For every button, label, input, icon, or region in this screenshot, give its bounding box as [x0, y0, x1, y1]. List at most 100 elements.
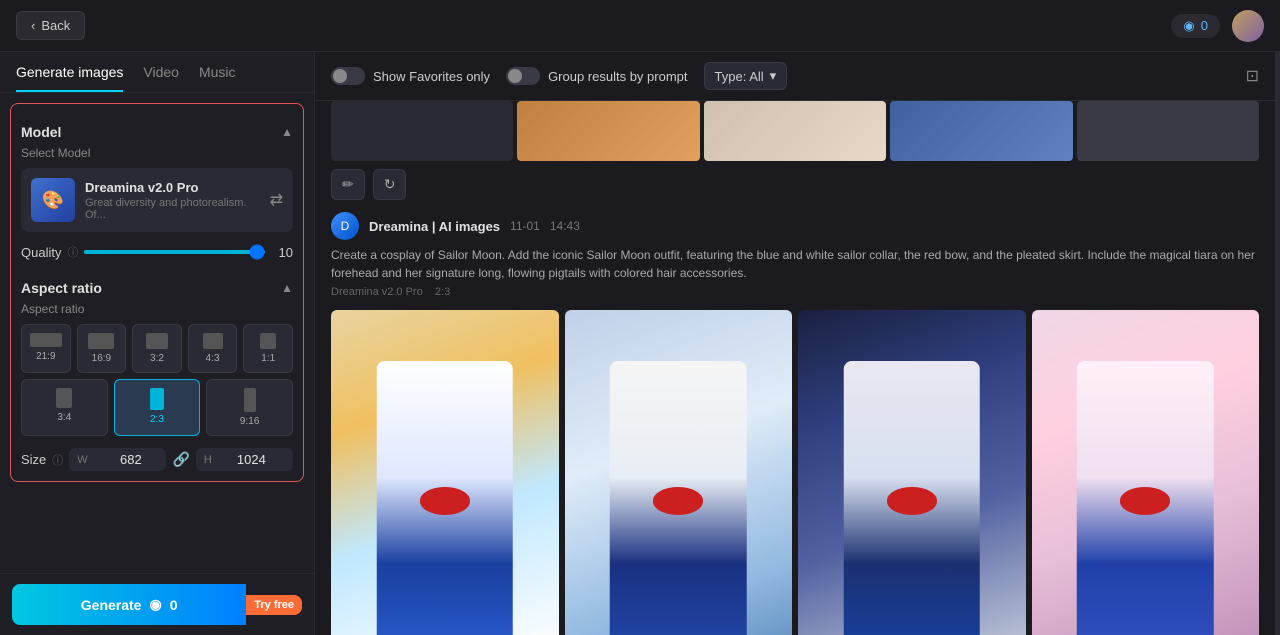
- aspect-ratio-chevron-icon: ▲: [281, 281, 293, 295]
- model-desc: Great diversity and photorealism. Of...: [85, 197, 260, 221]
- user-avatar[interactable]: [1232, 10, 1264, 42]
- generate-button[interactable]: Generate ◉ 0: [12, 584, 246, 625]
- aspect-btn-4-3[interactable]: 4:3: [188, 324, 238, 373]
- credits-badge: ◉ 0: [1171, 14, 1220, 38]
- aspect-ratio-label: Aspect ratio: [21, 302, 293, 316]
- credits-value: 0: [1201, 18, 1208, 33]
- main-layout: Generate images Video Music Model ▲ Sele…: [0, 52, 1280, 635]
- top-strip: [331, 101, 1259, 161]
- content-scroll[interactable]: ✏ ↻ D Dreamina | AI images 11-01 14:43 C…: [315, 101, 1275, 635]
- chevron-down-icon: ▾: [770, 68, 777, 84]
- aspect-icon-2-3: [150, 388, 164, 410]
- model-section-title: Model: [21, 124, 61, 140]
- tab-music[interactable]: Music: [199, 64, 236, 92]
- sailor-figure-4: [1032, 310, 1260, 635]
- size-w-prefix: W: [77, 454, 87, 466]
- aspect-btn-16-9[interactable]: 16:9: [77, 324, 127, 373]
- main-content: Show Favorites only Group results by pro…: [315, 52, 1275, 635]
- size-label: Size: [21, 452, 46, 467]
- credits-icon: ◉: [1183, 18, 1194, 34]
- group-toggle-switch[interactable]: [506, 67, 540, 85]
- back-button[interactable]: ‹ Back: [16, 11, 85, 40]
- aspect-btn-9-16[interactable]: 9:16: [206, 379, 293, 436]
- size-w-input[interactable]: [92, 452, 142, 467]
- back-label: Back: [41, 18, 70, 33]
- try-free-badge: Try free: [246, 595, 302, 615]
- type-label: Type: All: [715, 69, 764, 84]
- archive-icon[interactable]: ⊡: [1246, 66, 1259, 86]
- size-h-input[interactable]: [216, 452, 266, 467]
- group-label: Group results by prompt: [548, 69, 687, 84]
- sailor-figure-1: [331, 310, 559, 635]
- favorites-toggle-switch[interactable]: [331, 67, 365, 85]
- prompt-text: Create a cosplay of Sailor Moon. Add the…: [331, 246, 1259, 282]
- quality-label: Quality: [21, 245, 61, 260]
- tab-video[interactable]: Video: [143, 64, 179, 92]
- strip-image-3: [704, 101, 886, 161]
- model-info: Dreamina v2.0 Pro Great diversity and ph…: [85, 180, 260, 221]
- strip-image-5: [1077, 101, 1259, 161]
- sidebar-content: Model ▲ Select Model 🎨 Dreamina v2.0 Pro…: [0, 93, 314, 573]
- generate-count: 0: [170, 597, 178, 613]
- model-card[interactable]: 🎨 Dreamina v2.0 Pro Great diversity and …: [21, 168, 293, 232]
- image-cell-1[interactable]: [331, 310, 559, 635]
- aspect-btn-3-4[interactable]: 3:4: [21, 379, 108, 436]
- model-section-header[interactable]: Model ▲: [21, 114, 293, 146]
- link-icon: 🔗: [172, 451, 189, 468]
- aspect-ratio-section-header[interactable]: Aspect ratio ▲: [21, 270, 293, 302]
- model-refresh-icon[interactable]: ⇄: [270, 190, 283, 210]
- aspect-icon-4-3: [203, 333, 223, 349]
- quality-row: Quality ⓘ 10: [21, 244, 293, 260]
- size-h-prefix: H: [204, 454, 212, 466]
- model-thumbnail: 🎨: [31, 178, 75, 222]
- strip-image-2: [517, 101, 699, 161]
- top-right-controls: ◉ 0: [1171, 10, 1264, 42]
- quality-slider-container: 10: [84, 245, 293, 260]
- generate-icon: ◉: [149, 596, 161, 613]
- prompt-avatar: D: [331, 212, 359, 240]
- image-cell-3[interactable]: [798, 310, 1026, 635]
- content-toolbar: Show Favorites only Group results by pro…: [315, 52, 1275, 101]
- quality-slider[interactable]: [84, 250, 265, 254]
- aspect-btn-3-2[interactable]: 3:2: [132, 324, 182, 373]
- image-cell-2[interactable]: [565, 310, 793, 635]
- scrollbar-area: [1275, 52, 1280, 635]
- aspect-icon-3-2: [146, 333, 168, 349]
- generate-label: Generate: [81, 597, 142, 613]
- aspect-icon-16-9: [88, 333, 114, 349]
- back-icon: ‹: [31, 18, 35, 33]
- aspect-icon-1-1: [260, 333, 276, 349]
- size-width-group: W: [69, 448, 166, 471]
- generate-bar: Generate ◉ 0 Try free: [0, 573, 314, 635]
- image-cell-4[interactable]: [1032, 310, 1260, 635]
- aspect-btn-2-3[interactable]: 2:3: [114, 379, 201, 436]
- prompt-meta: Dreamina v2.0 Pro 2:3: [331, 286, 1259, 298]
- top-action-row: ✏ ↻: [331, 169, 1259, 200]
- strip-image-1: [331, 101, 513, 161]
- size-height-group: H: [196, 448, 293, 471]
- favorites-label: Show Favorites only: [373, 69, 490, 84]
- sailor-figure-2: [565, 310, 793, 635]
- group-toggle: Group results by prompt: [506, 67, 687, 85]
- select-model-label: Select Model: [21, 146, 293, 160]
- type-filter[interactable]: Type: All ▾: [704, 62, 788, 90]
- size-info-icon: ⓘ: [52, 452, 63, 468]
- aspect-ratio-section-title: Aspect ratio: [21, 280, 102, 296]
- quality-info-icon: ⓘ: [67, 244, 78, 260]
- aspect-btn-21-9[interactable]: 21:9: [21, 324, 71, 373]
- prompt-date: 11-01 14:43: [510, 219, 580, 233]
- quality-value: 10: [273, 245, 293, 260]
- edit-button-top[interactable]: ✏: [331, 169, 365, 200]
- group-toggle-knob: [508, 69, 522, 83]
- sidebar: Generate images Video Music Model ▲ Sele…: [0, 52, 315, 635]
- image-grid: [331, 310, 1259, 635]
- refresh-button-top[interactable]: ↻: [373, 169, 407, 200]
- prompt-source: Dreamina | AI images: [369, 219, 500, 234]
- model-name: Dreamina v2.0 Pro: [85, 180, 260, 195]
- aspect-icon-21-9: [30, 333, 62, 347]
- aspect-btn-1-1[interactable]: 1:1: [243, 324, 293, 373]
- size-row: Size ⓘ W 🔗 H: [21, 448, 293, 471]
- tab-generate-images[interactable]: Generate images: [16, 64, 123, 92]
- top-bar: ‹ Back ◉ 0: [0, 0, 1280, 52]
- settings-panel: Model ▲ Select Model 🎨 Dreamina v2.0 Pro…: [10, 103, 304, 482]
